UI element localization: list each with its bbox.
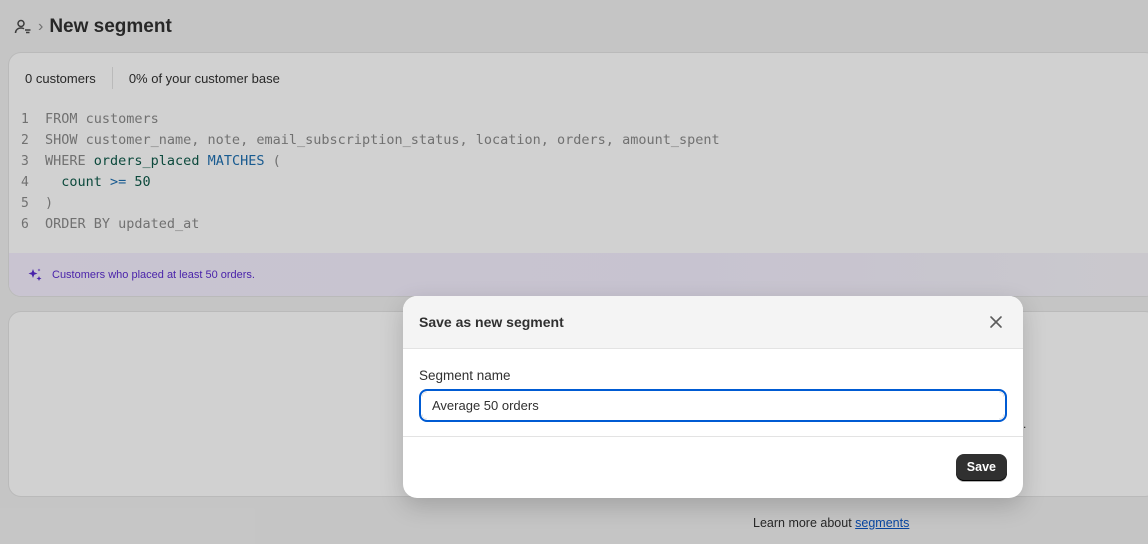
save-button[interactable]: Save	[955, 453, 1007, 481]
close-icon[interactable]	[985, 311, 1007, 333]
modal-footer: Save	[403, 437, 1023, 497]
save-segment-modal: Save as new segment Segment name Save	[403, 296, 1023, 498]
modal-title: Save as new segment	[419, 314, 564, 330]
modal-header: Save as new segment	[403, 296, 1023, 349]
segment-editor-page: › New segment 0 customers 0% of your cus…	[0, 0, 1148, 544]
segment-name-label: Segment name	[419, 368, 511, 383]
modal-body: Segment name	[403, 349, 1023, 437]
segment-name-input[interactable]	[419, 389, 1007, 422]
